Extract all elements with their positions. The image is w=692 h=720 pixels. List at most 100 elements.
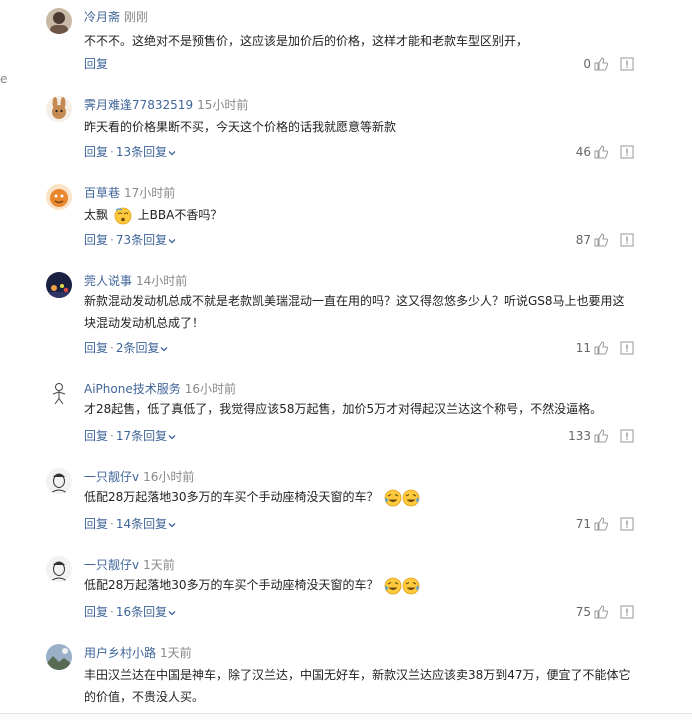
reply-button[interactable]: 回复 [84, 145, 108, 159]
username[interactable]: 霁月难逢77832519 [84, 98, 193, 112]
avatar[interactable] [46, 272, 72, 298]
comment-text: 太飘 上BBA不香吗？ [84, 204, 634, 226]
rabbit-icon [46, 96, 72, 122]
thumbs-up-icon[interactable] [594, 517, 608, 531]
reply-button[interactable]: 回复 [84, 517, 108, 531]
comment-text: 才28起售，低了真低了，我觉得应该58万起售，加价5万才对得起汉兰达这个称号，不… [84, 402, 603, 416]
avatar[interactable] [46, 644, 72, 670]
like-count: 0 [583, 57, 591, 71]
comment-text: 低配28万起落地30多万的车买个手动座椅没天窗的车？ [84, 574, 634, 596]
username[interactable]: 用户乡村小路 [84, 646, 156, 660]
username[interactable]: 一只靓仔v [84, 558, 139, 572]
report-icon[interactable] [620, 429, 634, 443]
chevron-down-icon [168, 150, 176, 155]
username[interactable]: AiPhone技术服务 [84, 382, 181, 396]
reply-button[interactable]: 回复 [84, 57, 108, 71]
report-icon[interactable] [620, 605, 634, 619]
timestamp: 17小时前 [124, 186, 176, 200]
like-count: 11 [575, 341, 591, 355]
chevron-down-icon [168, 434, 176, 439]
comment-text: 低配28万起落地30多万的车买个手动座椅没天窗的车？ [84, 486, 634, 508]
thumbs-up-icon[interactable] [594, 605, 608, 619]
sketch-face-icon [46, 556, 72, 582]
comment-item: 冷月斋 刚刚 不不不。这绝对不是预售价，这应该是加价后的价格，这样才能和老款车型区… [46, 8, 646, 78]
username[interactable]: 百草巷 [84, 186, 120, 200]
orange-creature-icon [46, 184, 72, 210]
like-count: 46 [575, 145, 591, 159]
avatar[interactable] [46, 184, 72, 210]
avatar[interactable] [46, 380, 72, 406]
comment-item: 霁月难逢77832519 15小时前 昨天看的价格果断不买，今天这个价格的话我就愿… [46, 96, 646, 166]
avatar[interactable] [46, 468, 72, 494]
report-icon[interactable] [620, 517, 634, 531]
comment-item: 百草巷 17小时前 太飘 上BBA不香吗？ 回复 · 73条回复 87 [46, 184, 646, 254]
night-scene-icon [46, 272, 72, 298]
separator: · [110, 233, 114, 247]
chevron-down-icon [168, 610, 176, 615]
replies-count-label: 14条回复 [115, 517, 168, 531]
replies-count-label: 2条回复 [115, 341, 160, 355]
comment-item: 用户乡村小路 1天前 丰田汉兰达在中国是神车，除了汉兰达，中国无好车，新款汉兰达应… [46, 644, 646, 714]
chevron-down-icon [168, 238, 176, 243]
username[interactable]: 莞人说事 [84, 274, 132, 288]
clipped-sidebar-text: e [0, 72, 8, 86]
reply-button[interactable]: 回复 [84, 341, 108, 355]
like-count: 75 [575, 605, 591, 619]
replies-count-label: 16条回复 [115, 605, 168, 619]
replies-count-label: 13条回复 [115, 145, 168, 159]
reply-button[interactable]: 回复 [84, 605, 108, 619]
chevron-down-icon [168, 522, 176, 527]
reply-button[interactable]: 回复 [84, 429, 108, 443]
view-replies-button[interactable]: 13条回复 [116, 145, 177, 159]
view-replies-button[interactable]: 2条回复 [116, 341, 170, 355]
like-count: 87 [575, 233, 591, 247]
separator: · [110, 341, 114, 355]
timestamp: 16小时前 [143, 470, 195, 484]
comment-item: 一只靓仔v 1天前 低配28万起落地30多万的车买个手动座椅没天窗的车？ 回复 · 1… [46, 556, 646, 626]
like-count: 71 [575, 517, 591, 531]
comment-item: 一只靓仔v 16小时前 低配28万起落地30多万的车买个手动座椅没天窗的车？ 回复… [46, 468, 646, 538]
view-replies-button[interactable]: 16条回复 [116, 605, 177, 619]
comment-text: 新款混动发动机总成不就是老款凯美瑞混动一直在用的吗？这又得忽悠多少人？听说GS8… [84, 294, 625, 330]
figure-sketch-icon [46, 380, 72, 406]
report-icon[interactable] [620, 233, 634, 247]
separator: · [110, 517, 114, 531]
thumbs-up-icon[interactable] [594, 145, 608, 159]
timestamp: 1天前 [143, 558, 175, 572]
avatar[interactable] [46, 556, 72, 582]
username[interactable]: 冷月斋 [84, 10, 120, 24]
view-replies-button[interactable]: 14条回复 [116, 517, 177, 531]
timestamp: 1天前 [160, 646, 192, 660]
avatar[interactable] [46, 8, 72, 34]
report-icon[interactable] [620, 145, 634, 159]
report-icon[interactable] [620, 57, 634, 71]
username[interactable]: 一只靓仔v [84, 470, 139, 484]
thumbs-up-icon[interactable] [594, 341, 608, 355]
thumbs-up-icon[interactable] [594, 57, 608, 71]
comment-text: 不不不。这绝对不是预售价，这应该是加价后的价格，这样才能和老款车型区别开， [84, 34, 529, 48]
comment-text-part: 低配28万起落地30多万的车买个手动座椅没天窗的车？ [84, 578, 379, 592]
comment-text: 丰田汉兰达在中国是神车，除了汉兰达，中国无好车，新款汉兰达应该卖38万到47万，… [84, 668, 631, 704]
report-icon[interactable] [620, 341, 634, 355]
comment-text: 昨天看的价格果断不买，今天这个价格的话我就愿意等新款 [84, 120, 397, 134]
thumbs-up-icon[interactable] [594, 429, 608, 443]
person-head-icon [46, 8, 72, 34]
comment-item: 莞人说事 14小时前 新款混动发动机总成不就是老款凯美瑞混动一直在用的吗？这又得忽… [46, 272, 646, 360]
comment-text-part: 上BBA不香吗？ [137, 208, 223, 222]
separator: · [110, 605, 114, 619]
timestamp: 14小时前 [136, 274, 188, 288]
avatar[interactable] [46, 96, 72, 122]
view-replies-button[interactable]: 17条回复 [116, 429, 177, 443]
timestamp: 16小时前 [184, 382, 236, 396]
laughing-crying-emoji-icon [384, 577, 420, 594]
laughing-crying-emoji-icon [384, 489, 420, 506]
view-replies-button[interactable]: 73条回复 [116, 233, 177, 247]
thumbs-up-icon[interactable] [594, 233, 608, 247]
replies-count-label: 73条回复 [115, 233, 168, 247]
timestamp: 15小时前 [197, 98, 249, 112]
sketch-face-icon [46, 468, 72, 494]
replies-count-label: 17条回复 [115, 429, 168, 443]
separator: · [110, 145, 114, 159]
dizzy-emoji-icon [114, 207, 132, 224]
reply-button[interactable]: 回复 [84, 233, 108, 247]
